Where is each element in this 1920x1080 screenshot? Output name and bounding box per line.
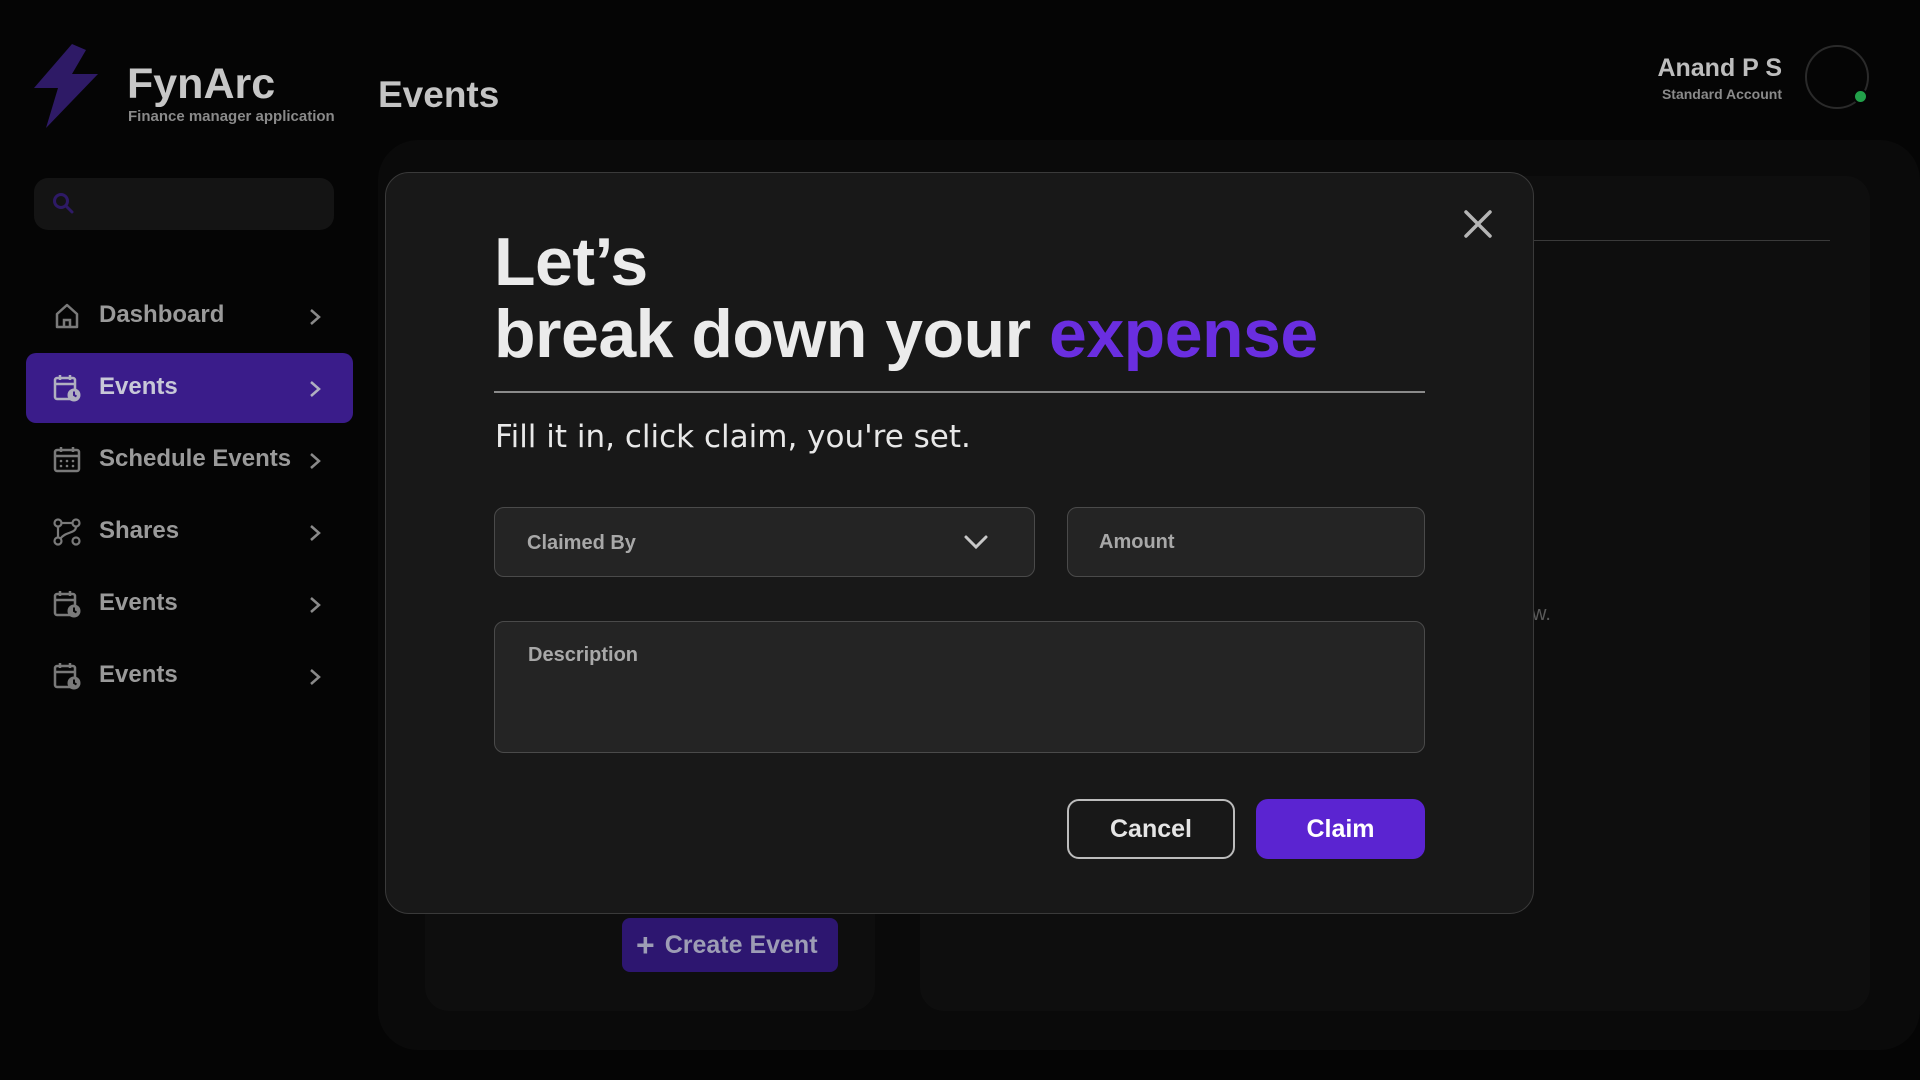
calendar-clock-icon [53, 591, 81, 618]
heading-line-2-text: break down your [494, 296, 1031, 372]
close-icon[interactable] [1458, 204, 1498, 244]
chevron-right-icon [310, 669, 321, 685]
amount-field[interactable]: Amount [1067, 507, 1425, 577]
chevron-right-icon [310, 525, 321, 541]
chevron-right-icon [310, 381, 321, 397]
sidebar-item-shares[interactable]: Shares [26, 497, 353, 567]
share-nodes-icon [53, 518, 81, 546]
sidebar-item-dashboard[interactable]: Dashboard [26, 281, 353, 351]
calendar-clock-icon [53, 663, 81, 690]
sidebar-item-events-2[interactable]: Events [26, 569, 353, 639]
chevron-down-icon [964, 535, 988, 550]
claim-button[interactable]: Claim [1256, 799, 1425, 859]
sidebar-item-label: Schedule Events [99, 445, 292, 472]
heading-divider [494, 391, 1425, 393]
create-event-button[interactable]: + Create Event [622, 918, 838, 972]
user-role: Standard Account [1661, 86, 1782, 102]
calendar-clock-icon [53, 375, 81, 402]
chevron-right-icon [310, 309, 321, 325]
claimed-by-select[interactable]: Claimed By [494, 507, 1035, 577]
brand-subtitle: Finance manager application [128, 108, 335, 125]
plus-icon: + [636, 927, 655, 963]
sidebar-item-label: Shares [99, 517, 180, 544]
create-event-label: Create Event [664, 930, 818, 959]
sidebar-item-label: Events [99, 661, 178, 688]
sidebar-item-events-3[interactable]: Events [26, 641, 353, 711]
home-icon [55, 303, 79, 329]
amount-label: Amount [1099, 531, 1175, 553]
chevron-right-icon [310, 453, 321, 469]
heading-line-1: Let’s [494, 224, 648, 300]
partial-text: w. [1532, 603, 1551, 625]
user-name: Anand P S [1657, 54, 1782, 82]
description-label: Description [528, 644, 639, 666]
page-title: Events [378, 74, 500, 115]
calendar-grid-icon [53, 447, 81, 473]
search-input[interactable] [84, 178, 324, 230]
sidebar-item-schedule-events[interactable]: Schedule Events [26, 425, 353, 495]
modal-subtext: Fill it in, click claim, you're set. [495, 419, 971, 455]
search-box[interactable] [34, 178, 334, 230]
heading-line-2: break down your expense [494, 298, 1318, 370]
sidebar-item-label: Events [99, 373, 178, 400]
sidebar-item-label: Events [99, 589, 178, 616]
divider [1530, 240, 1830, 241]
heading-accent: expense [1049, 296, 1318, 372]
description-field[interactable]: Description [494, 621, 1425, 753]
brand-name: FynArc [127, 60, 276, 108]
cancel-button[interactable]: Cancel [1067, 799, 1235, 859]
online-status-dot [1853, 89, 1868, 104]
chevron-right-icon [310, 597, 321, 613]
sidebar-item-label: Dashboard [99, 301, 225, 328]
search-icon [53, 193, 74, 214]
sidebar-item-events[interactable]: Events [26, 353, 353, 423]
claimed-by-label: Claimed By [527, 532, 636, 554]
modal-heading: Let’s break down your expense [494, 226, 1318, 370]
logo-bolt-icon [34, 44, 98, 128]
